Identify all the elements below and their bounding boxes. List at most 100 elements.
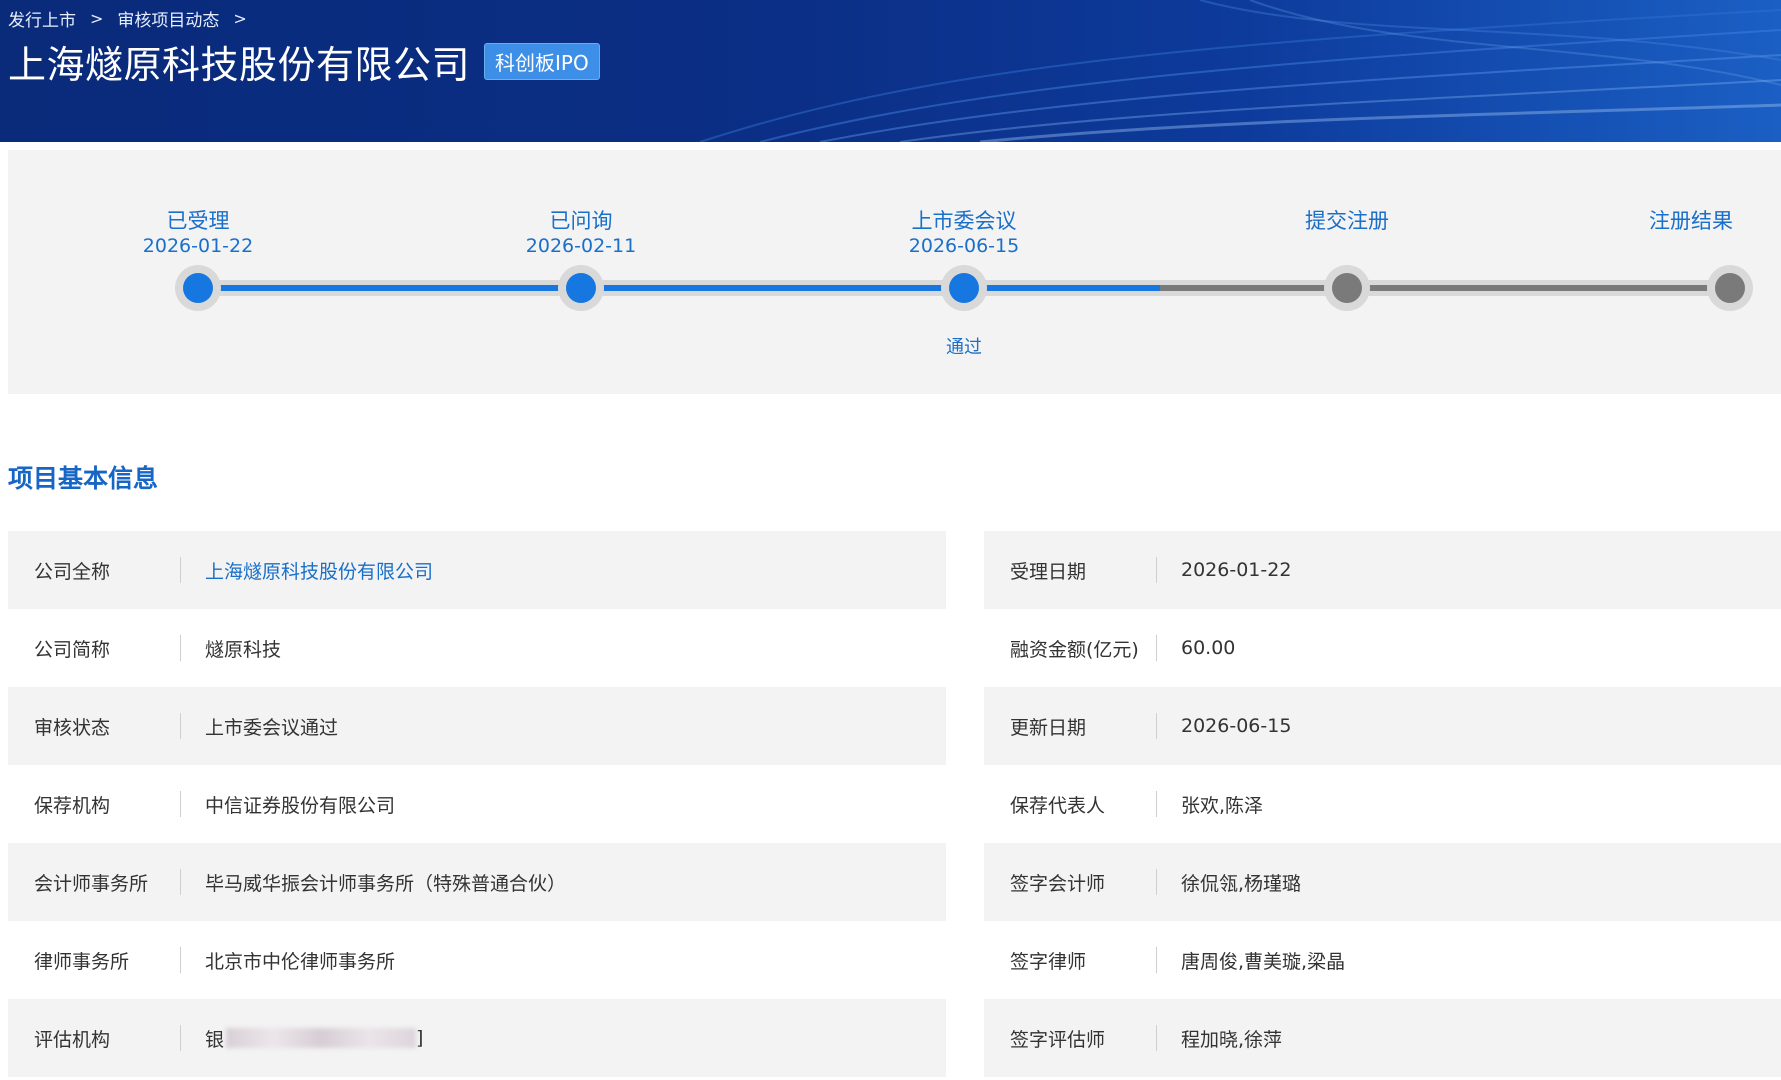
- field-value: 60.00: [1181, 637, 1236, 659]
- redaction-blur: [226, 1028, 417, 1048]
- field-label: 签字评估师: [1010, 1028, 1106, 1051]
- step-node-dot: [566, 273, 596, 303]
- field-value-redacted: 银 ]: [205, 1025, 423, 1052]
- company-name-link[interactable]: 上海燧原科技股份有限公司: [205, 557, 433, 584]
- breadcrumb: 发行上市 > 审核项目动态 >: [8, 6, 253, 31]
- field-value: 程加晓,徐萍: [1181, 1028, 1283, 1051]
- table-row: 律师事务所 北京市中伦律师事务所 签字律师 唐周俊,曹美璇,梁晶: [8, 921, 1781, 999]
- field-divider: [1156, 713, 1157, 739]
- info-cell: 律师事务所 北京市中伦律师事务所: [8, 921, 946, 999]
- field-divider: [180, 869, 181, 895]
- title-row: 上海燧原科技股份有限公司 科创板IPO: [8, 34, 600, 89]
- field-label: 签字律师: [1010, 950, 1087, 973]
- progress-step-listing-committee: 上市委会议 2026-06-15: [874, 208, 1054, 258]
- info-cell: 融资金额(亿元) 60.00: [984, 609, 1781, 687]
- progress-track-todo: [1160, 285, 1740, 291]
- field-label: 保荐代表人: [1010, 794, 1106, 817]
- field-divider: [1156, 869, 1157, 895]
- field-label: 签字会计师: [1010, 872, 1106, 895]
- step-node-dot: [1715, 273, 1745, 303]
- field-divider: [180, 1025, 181, 1051]
- field-label: 更新日期: [1010, 716, 1087, 739]
- page-title: 上海燧原科技股份有限公司: [8, 43, 471, 87]
- section-title-project-info: 项目基本信息: [8, 464, 159, 493]
- table-row: 公司简称 燧原科技 融资金额(亿元) 60.00: [8, 609, 1781, 687]
- info-cell: 受理日期 2026-01-22: [984, 531, 1781, 609]
- progress-step-submit-registration: 提交注册: [1257, 208, 1437, 234]
- field-divider: [1156, 1025, 1157, 1051]
- table-row: 公司全称 上海燧原科技股份有限公司 受理日期 2026-01-22: [8, 531, 1781, 609]
- field-divider: [1156, 947, 1157, 973]
- table-row: 审核状态 上市委会议通过 更新日期 2026-06-15: [8, 687, 1781, 765]
- field-label: 公司全称: [34, 560, 111, 583]
- field-label: 保荐机构: [34, 794, 111, 817]
- breadcrumb-separator: >: [90, 9, 104, 28]
- field-label: 公司简称: [34, 638, 111, 661]
- field-value: 燧原科技: [205, 638, 282, 661]
- step-node-dot: [949, 273, 979, 303]
- review-progress-timeline: 已受理 2026-01-22 已问询 2026-02-11 上市委会议 2026…: [8, 150, 1781, 394]
- field-value: 唐周俊,曹美璇,梁晶: [1181, 950, 1346, 973]
- field-value-visible-end: ]: [416, 1027, 424, 1049]
- field-value: 徐侃瓴,杨瑾璐: [1181, 872, 1302, 895]
- step-label: 已受理: [166, 209, 230, 233]
- step-node-registration-result: [1707, 265, 1753, 311]
- field-value-visible-part: 银: [205, 1028, 225, 1051]
- field-divider: [180, 713, 181, 739]
- step-node-inquired: [558, 265, 604, 311]
- field-divider: [180, 947, 181, 973]
- field-label: 融资金额(亿元): [1010, 638, 1139, 661]
- step-node-submit-registration: [1324, 265, 1370, 311]
- field-label: 受理日期: [1010, 560, 1087, 583]
- table-row: 评估机构 银 ] 签字评估师 程加晓,徐萍: [8, 999, 1781, 1077]
- step-node-dot: [1332, 273, 1362, 303]
- step-label: 提交注册: [1305, 209, 1389, 233]
- project-info-table: 公司全称 上海燧原科技股份有限公司 受理日期 2026-01-22 公司简称 燧…: [8, 531, 1781, 1077]
- field-value: 中信证券股份有限公司: [205, 794, 396, 817]
- step-label: 已问询: [549, 209, 613, 233]
- field-divider: [1156, 557, 1157, 583]
- field-divider: [1156, 791, 1157, 817]
- field-divider: [180, 791, 181, 817]
- info-cell: 保荐代表人 张欢,陈泽: [984, 765, 1781, 843]
- field-value: 2026-06-15: [1181, 715, 1292, 737]
- step-label: 注册结果: [1649, 209, 1733, 233]
- header-banner: 发行上市 > 审核项目动态 > 上海燧原科技股份有限公司 科创板IPO: [0, 0, 1781, 142]
- progress-track-done: [200, 285, 1160, 291]
- step-label: 上市委会议: [911, 209, 1017, 233]
- step-date: 2026-06-15: [908, 235, 1020, 257]
- field-value: 张欢,陈泽: [1181, 794, 1264, 817]
- field-value: 上市委会议通过: [205, 716, 339, 739]
- field-label: 审核状态: [34, 716, 111, 739]
- info-cell: 评估机构 银 ]: [8, 999, 946, 1077]
- field-divider: [1156, 635, 1157, 661]
- field-divider: [180, 557, 181, 583]
- step-node-listing-committee: [941, 265, 987, 311]
- info-cell: 保荐机构 中信证券股份有限公司: [8, 765, 946, 843]
- progress-step-accepted: 已受理 2026-01-22: [108, 208, 288, 258]
- info-cell: 签字律师 唐周俊,曹美璇,梁晶: [984, 921, 1781, 999]
- field-divider: [180, 635, 181, 661]
- info-cell: 签字评估师 程加晓,徐萍: [984, 999, 1781, 1077]
- info-cell: 公司简称 燧原科技: [8, 609, 946, 687]
- field-label: 会计师事务所: [34, 872, 149, 895]
- field-label: 评估机构: [34, 1028, 111, 1051]
- step-date: 2026-02-11: [525, 235, 637, 257]
- breadcrumb-separator: >: [233, 9, 247, 28]
- info-cell: 会计师事务所 毕马威华振会计师事务所（特殊普通合伙）: [8, 843, 946, 921]
- step-result-passed: 通过: [946, 337, 982, 358]
- info-cell: 签字会计师 徐侃瓴,杨瑾璐: [984, 843, 1781, 921]
- field-value: 2026-01-22: [1181, 559, 1292, 581]
- info-cell: 更新日期 2026-06-15: [984, 687, 1781, 765]
- step-date: 2026-01-22: [142, 235, 254, 257]
- field-value: 毕马威华振会计师事务所（特殊普通合伙）: [205, 872, 567, 895]
- progress-step-inquired: 已问询 2026-02-11: [491, 208, 671, 258]
- breadcrumb-review-dynamics[interactable]: 审核项目动态: [117, 6, 219, 31]
- info-cell: 公司全称 上海燧原科技股份有限公司: [8, 531, 946, 609]
- step-node-accepted: [175, 265, 221, 311]
- breadcrumb-issue-listing[interactable]: 发行上市: [8, 6, 76, 31]
- table-row: 保荐机构 中信证券股份有限公司 保荐代表人 张欢,陈泽: [8, 765, 1781, 843]
- field-value: 北京市中伦律师事务所: [205, 950, 396, 973]
- board-badge: 科创板IPO: [484, 43, 600, 80]
- field-label: 律师事务所: [34, 950, 130, 973]
